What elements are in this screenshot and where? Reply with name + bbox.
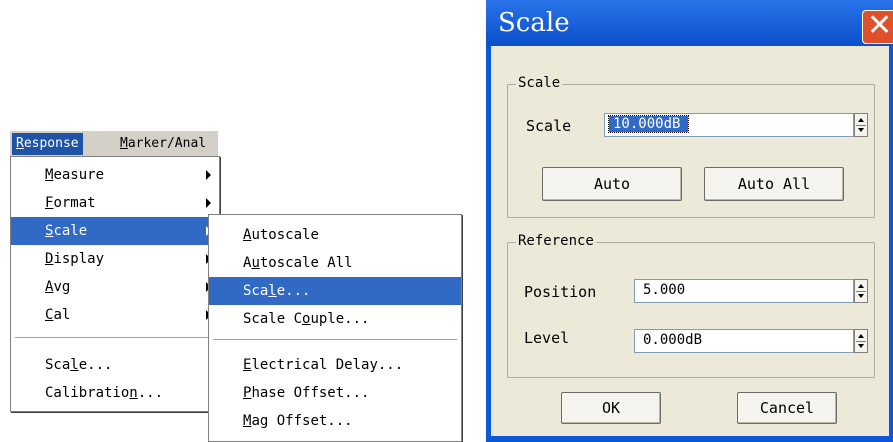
menu-item-scale[interactable]: Scale <box>11 217 219 245</box>
dialog-body: Scale Scale 10.000dB Auto Auto All Refer… <box>491 46 889 436</box>
menu-separator <box>15 337 215 339</box>
menu-item-measure[interactable]: Measure <box>11 161 219 189</box>
menu-item-cal[interactable]: Cal <box>11 301 219 329</box>
auto-all-button[interactable]: Auto All <box>704 167 844 201</box>
submenu-arrow-icon <box>206 198 211 208</box>
spin-divider <box>856 125 866 126</box>
submenu-item-mag-offset[interactable]: Mag Offset... <box>209 407 461 435</box>
reference-group-label: Reference <box>516 233 596 249</box>
close-icon: ✕ <box>867 8 893 43</box>
close-button[interactable]: ✕ <box>862 8 893 44</box>
spin-down-icon <box>858 128 864 132</box>
spin-down-icon <box>858 344 864 348</box>
position-input[interactable]: 5.000 <box>634 279 854 303</box>
submenu-item-autoscale-all[interactable]: Autoscale All <box>209 249 461 277</box>
menu-separator <box>213 339 457 341</box>
spin-up-icon <box>858 334 864 338</box>
menu-item-calibration[interactable]: Calibration... <box>11 379 219 407</box>
level-spinner[interactable] <box>854 329 868 353</box>
menu-marker-analysis[interactable]: Marker/Anal <box>116 133 210 155</box>
menu-item-display[interactable]: Display <box>11 245 219 273</box>
level-input[interactable]: 0.000dB <box>634 329 854 353</box>
reference-groupbox: Reference Position 5.000 Level 0.000dB <box>507 233 875 378</box>
submenu-item-electrical-delay[interactable]: Electrical Delay... <box>209 351 461 379</box>
scale-value: 10.000dB <box>607 115 690 133</box>
level-label: Level <box>524 329 570 347</box>
scale-input[interactable]: 10.000dB <box>604 113 854 137</box>
menu-item-format[interactable]: Format <box>11 189 219 217</box>
auto-button[interactable]: Auto <box>542 167 682 201</box>
spin-divider <box>856 341 866 342</box>
menu-bar: Response Marker/Anal <box>10 130 218 158</box>
scale-dialog: Scale ✕ Scale Scale 10.000dB Auto Auto A… <box>486 0 893 442</box>
spin-divider <box>856 291 866 292</box>
position-spinner[interactable] <box>854 279 868 303</box>
submenu-item-scale-couple[interactable]: Scale Couple... <box>209 305 461 333</box>
menu-item-avg[interactable]: Avg <box>11 273 219 301</box>
menu-response[interactable]: Response <box>12 133 83 155</box>
scale-spinner[interactable] <box>854 113 868 137</box>
scale-groupbox: Scale Scale 10.000dB Auto Auto All <box>507 75 875 218</box>
scale-field-label: Scale <box>526 117 572 135</box>
ok-button[interactable]: OK <box>561 392 661 424</box>
spin-up-icon <box>858 284 864 288</box>
spin-down-icon <box>858 294 864 298</box>
submenu-item-scale[interactable]: Scale... <box>209 277 461 305</box>
cancel-button[interactable]: Cancel <box>737 392 837 424</box>
position-value: 5.000 <box>643 282 686 298</box>
spin-up-icon <box>858 118 864 122</box>
menu-item-scale-dialog[interactable]: Scale... <box>11 351 219 379</box>
scale-submenu: Autoscale Autoscale All Scale... Scale C… <box>208 214 462 442</box>
position-label: Position <box>524 283 597 301</box>
submenu-item-phase-offset[interactable]: Phase Offset... <box>209 379 461 407</box>
level-value: 0.000dB <box>643 332 703 348</box>
response-menu: Measure Format Scale Display Avg Cal Sca… <box>10 156 220 412</box>
scale-group-label: Scale <box>516 75 563 91</box>
submenu-item-autoscale[interactable]: Autoscale <box>209 221 461 249</box>
dialog-title: Scale <box>498 8 570 38</box>
dialog-title-bar[interactable]: Scale ✕ <box>486 0 893 46</box>
submenu-arrow-icon <box>206 170 211 180</box>
